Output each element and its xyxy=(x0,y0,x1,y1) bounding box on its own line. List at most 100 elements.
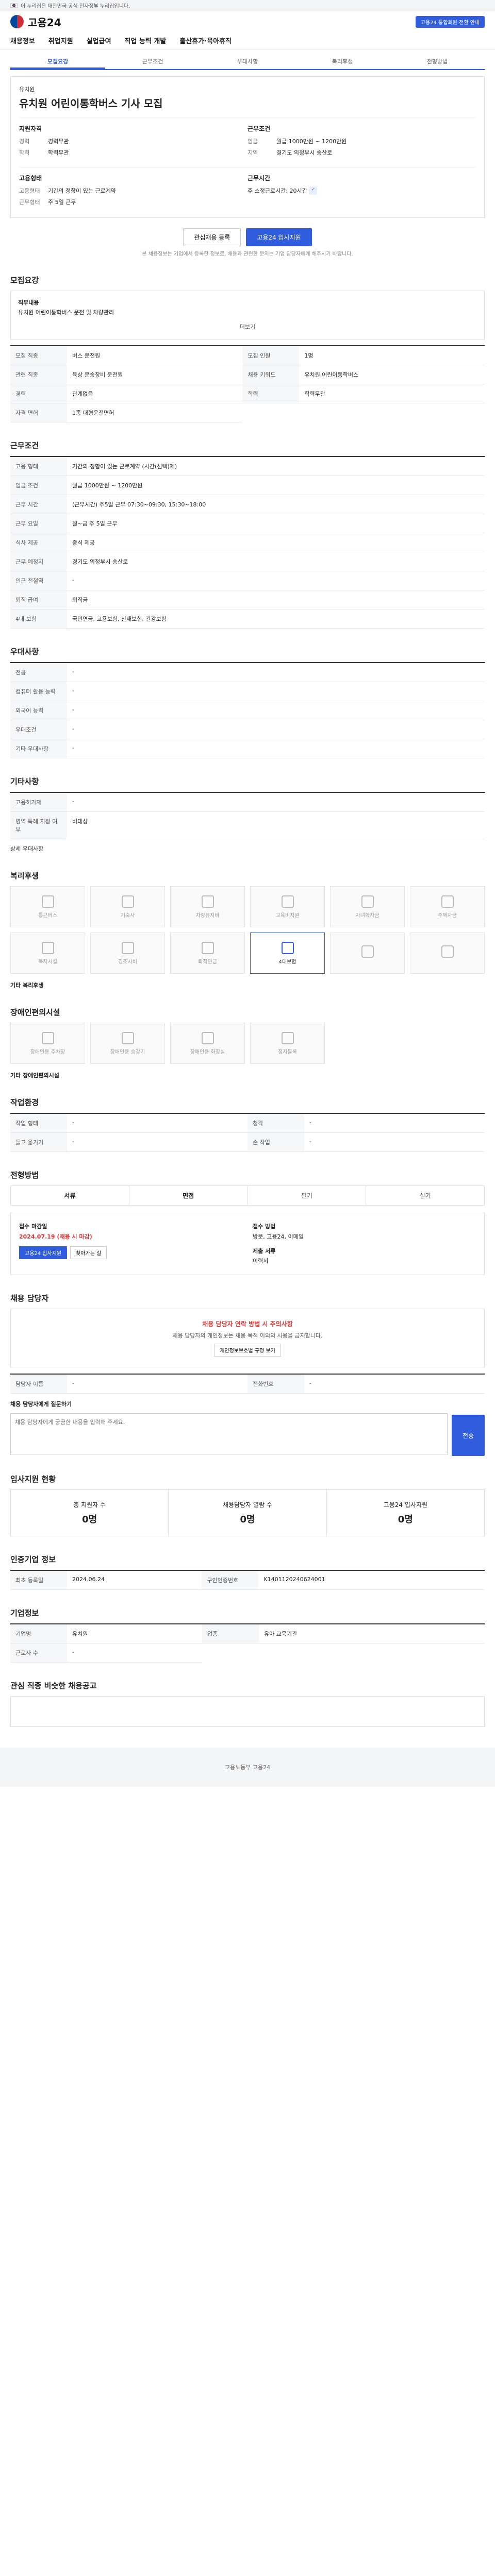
row-key: 최초 등록일 xyxy=(10,1570,67,1590)
row-key: 퇴직 급여 xyxy=(10,590,67,610)
table-row: 최초 등록일 2024.06.24 구인인증번호 K1401120240624001 xyxy=(10,1570,485,1590)
welfare-grid: 통근버스 기숙사 차량유지비 교육비지원 자녀학자금 주택자금 복지시설 경조사비 퇴직연금 4대… xyxy=(10,886,485,974)
summary-key: 지역 xyxy=(248,149,258,156)
selection-tab[interactable]: 필기 xyxy=(248,1186,367,1206)
table-row: 근로자 수- xyxy=(10,1643,485,1663)
section-title: 복리후생 xyxy=(10,871,39,881)
more-button[interactable]: 더보기 xyxy=(18,323,477,332)
job-title: 유치원 어린이통학버스 기사 모집 xyxy=(19,97,163,110)
summary-row: 학력 학력무관 xyxy=(19,148,248,157)
facility-card xyxy=(410,933,485,974)
facility-label: 교육비지원 xyxy=(275,912,300,919)
tab-welfare[interactable]: 복리후생 xyxy=(295,55,390,69)
stat-online: 고용24 입사지원 0명 xyxy=(327,1490,484,1536)
facility-icon xyxy=(41,941,54,954)
row-key: 고용 형태 xyxy=(10,456,67,477)
table-row: 퇴직 급여 퇴직금 xyxy=(10,590,485,610)
row-value: - xyxy=(304,1132,485,1153)
scrap-button[interactable]: 관심채용 등록 xyxy=(183,228,241,246)
selection-tab[interactable]: 면접 xyxy=(129,1186,248,1206)
gnb-item[interactable]: 출산휴가·육아휴직 xyxy=(179,36,232,45)
summary-key: 근무형태 xyxy=(19,199,40,206)
section-title: 우대사항 xyxy=(10,647,39,657)
detail-prefer-link[interactable]: 상세 우대사항 xyxy=(10,844,485,853)
row-value: - xyxy=(67,739,485,759)
notice-banner[interactable]: 고용24 통합회원 전환 안내 xyxy=(415,15,485,28)
recruit-section: 모집요강 직무내용 유치원 어린이통학버스 운전 및 차량관리 더보기 모집 직… xyxy=(10,275,485,423)
facility-label: 장애인용 주차장 xyxy=(30,1049,65,1055)
summary-key: 경력 xyxy=(19,138,30,145)
row-key: 근무 요일 xyxy=(10,514,67,534)
gnb-item[interactable]: 취업지원 xyxy=(48,36,73,45)
table-row: 병역 특례 지정 여부 비대상 xyxy=(10,811,485,840)
send-button[interactable]: 전송 xyxy=(451,1415,485,1456)
row-value: - xyxy=(67,1374,248,1394)
apply-button[interactable]: 고용24 입사지원 xyxy=(246,228,312,246)
table-row: 임금 조건 월급 1000만원 ~ 1200만원 xyxy=(10,476,485,496)
tab-recruit[interactable]: 모집요강 xyxy=(10,55,105,69)
logo[interactable]: 고용24 xyxy=(10,14,61,29)
tab-prefer[interactable]: 우대사항 xyxy=(200,55,295,69)
deadline-buttons: 고용24 입사지원 찾아가는 길 xyxy=(19,1246,242,1259)
logo-text: 고용24 xyxy=(28,16,61,29)
row-key: 모집 인원 xyxy=(242,346,300,366)
logo-icon xyxy=(10,15,24,28)
facility-card: 교육비지원 xyxy=(250,886,325,928)
row-key: 근무 예정지 xyxy=(10,552,67,572)
row-value: - xyxy=(67,1643,202,1663)
facility-label: 주택자금 xyxy=(438,912,457,919)
table-row: 우대조건 - xyxy=(10,720,485,740)
gnb-item[interactable]: 실업급여 xyxy=(87,36,111,45)
row-value: - xyxy=(67,1132,248,1153)
row-key: 고용허가제 xyxy=(10,792,67,812)
facility-icon xyxy=(121,941,134,954)
docs-value: 이력서 xyxy=(253,1258,269,1265)
company-section: 기업정보 기업명 유치원 업종 유아 교육기관 근로자 수- xyxy=(10,1607,485,1663)
row-key: 채용 키워드 xyxy=(242,365,300,385)
gov-notice-bar: 이 누리집은 대한민국 공식 전자정부 누리집입니다. xyxy=(0,0,495,11)
section-title: 기타사항 xyxy=(10,777,39,787)
facility-icon xyxy=(361,895,374,908)
global-nav: 채용정보 취업지원 실업급여 직업 능력 개발 출산휴가·육아휴직 xyxy=(0,32,495,49)
selection-section: 전형방법 서류 면접 필기 실기 접수 마감일 2024.07.19 (채용 시… xyxy=(10,1170,485,1276)
facility-label: 장애인용 승강기 xyxy=(110,1049,145,1055)
tab-work[interactable]: 근무조건 xyxy=(105,55,200,69)
row-value: 1종 대형운전면허 xyxy=(67,403,243,423)
table-row: 고용 형태 기간의 정함이 있는 근로계약 (시간(선택)제) xyxy=(10,456,485,477)
tab-selection[interactable]: 전형방법 xyxy=(390,55,485,69)
row-key: 임금 조건 xyxy=(10,476,67,496)
facility-label: 기숙사 xyxy=(120,912,135,919)
korea-flag-icon xyxy=(10,3,18,8)
footer: 고용노동부 고용24 xyxy=(0,1748,495,1787)
summary-key: 고용형태 xyxy=(19,188,40,194)
table-row: 작업 형태 - 청각 - xyxy=(10,1113,485,1133)
cert-table: 최초 등록일 2024.06.24 구인인증번호 K1401120240624001 xyxy=(10,1570,485,1590)
gnb-item[interactable]: 채용정보 xyxy=(10,36,35,45)
table-row: 근무 시간 (근무시간) 주5일 근무 07:30~09:30, 15:30~18… xyxy=(10,495,485,515)
row-key: 관련 직종 xyxy=(10,365,67,385)
selection-tab[interactable]: 서류 xyxy=(11,1186,129,1206)
row-value: - xyxy=(67,682,485,702)
apply-note: 본 채용정보는 기업에서 등록한 정보로, 채용과 관련한 문의는 기업 담당자… xyxy=(142,251,353,257)
job-summary-box: 유치원 유치원 어린이통학버스 기사 모집 지원자격 경력 경력무관 학력 학력무관… xyxy=(10,76,485,218)
table-row: 관련 직종 육상 운송장비 운전원 채용 키워드 유치원,어린이통학버스 xyxy=(10,365,485,385)
facility-label: 통근버스 xyxy=(38,912,57,919)
apply-button[interactable]: 고용24 입사지원 xyxy=(19,1246,68,1259)
facility-card: 차량유지비 xyxy=(170,886,245,928)
status-badge: ✓ xyxy=(309,187,318,195)
facility-label: 경조사비 xyxy=(118,959,137,965)
stat-value: 0명 xyxy=(398,1514,413,1526)
selection-tab[interactable]: 실기 xyxy=(366,1186,484,1205)
directions-button[interactable]: 찾아가는 길 xyxy=(70,1246,107,1259)
section-title: 채용 담당자 xyxy=(10,1294,49,1303)
privacy-law-button[interactable]: 개인정보보호법 규정 보기 xyxy=(214,1344,281,1357)
stat-value: 0명 xyxy=(240,1514,255,1526)
other-section: 기타사항 고용허가제 - 병역 특례 지정 여부 비대상 상세 우대사항 xyxy=(10,776,485,853)
gnb-item[interactable]: 직업 능력 개발 xyxy=(125,36,167,45)
question-input[interactable] xyxy=(10,1413,448,1455)
contact-table: 담당자 이름 - 전화번호 - xyxy=(10,1374,485,1394)
company-name[interactable]: 유치원 xyxy=(19,85,476,93)
summary-head: 고용형태 xyxy=(19,175,42,182)
row-key: 외국어 능력 xyxy=(10,701,67,721)
work-section: 근무조건 고용 형태 기간의 정함이 있는 근로계약 (시간(선택)제) 임금 조건… xyxy=(10,440,485,629)
